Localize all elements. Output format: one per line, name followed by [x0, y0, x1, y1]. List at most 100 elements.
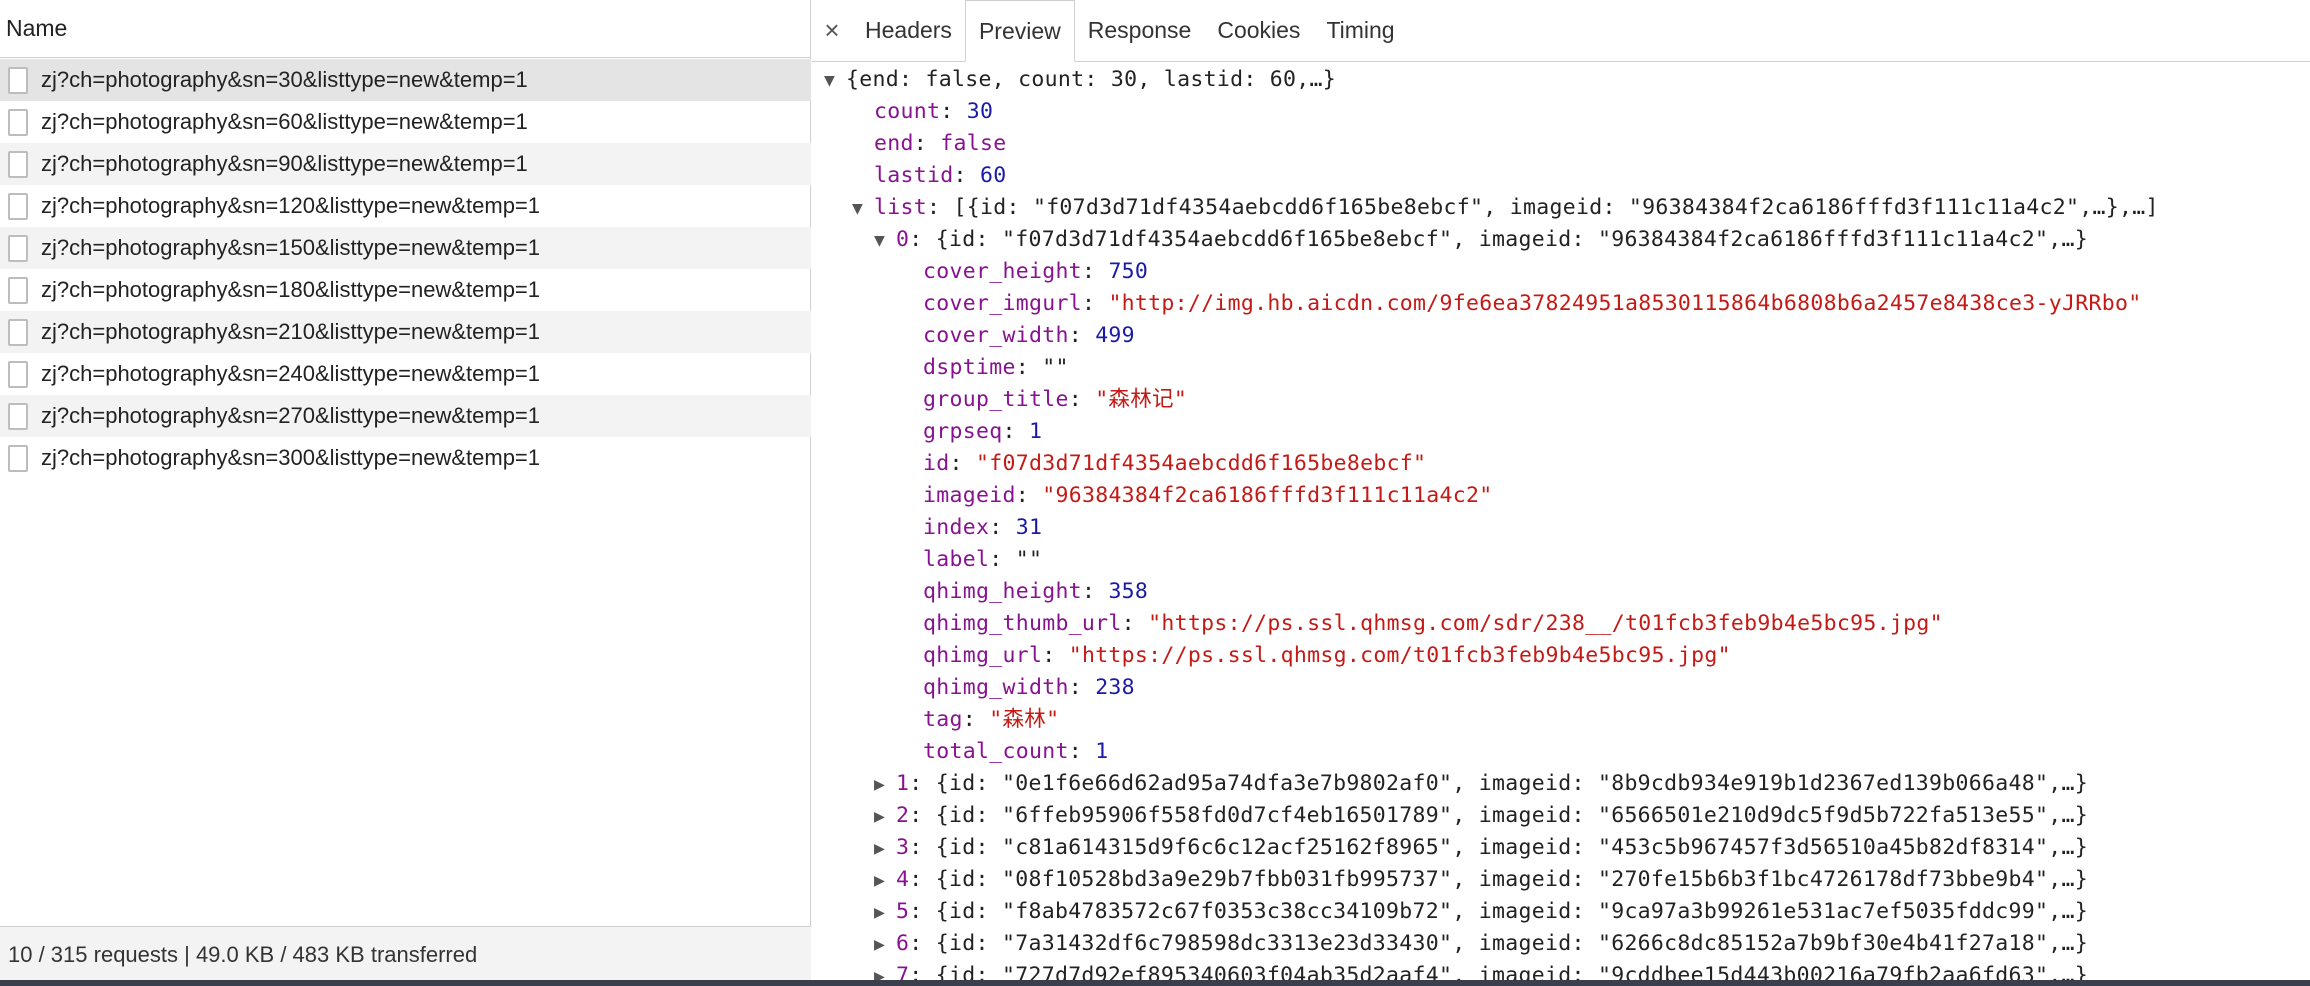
expand-right-icon[interactable]: ▶ — [874, 929, 896, 961]
expand-down-icon[interactable]: ▼ — [824, 65, 846, 97]
request-name: zj?ch=photography&sn=300&listtype=new&te… — [41, 445, 541, 470]
json-value: 358 — [1108, 579, 1149, 604]
json-item-collapsed[interactable]: ▶ 7: {id: "727d7d92ef895340603f04ab35d2aa… — [874, 960, 2088, 980]
json-colon: : — [909, 835, 936, 860]
json-item-0[interactable]: ▼ 0: {id: "f07d3d71df4354aebcdd6f165be8eb… — [874, 224, 2088, 256]
json-colon: : — [1015, 483, 1043, 508]
json-root[interactable]: ▼ {end: false, count: 30, lastid: 60,…} — [824, 64, 1336, 96]
json-colon: : — [1068, 675, 1096, 700]
request-row[interactable]: zj?ch=photography&sn=90&listtype=new&tem… — [0, 143, 811, 185]
json-field: qhimg_height: 358 — [923, 576, 1148, 608]
json-value: "f07d3d71df4354aebcdd6f165be8ebcf" — [976, 451, 1427, 476]
document-icon — [8, 318, 28, 346]
name-column-header[interactable]: Name — [0, 0, 810, 58]
tab-cookies[interactable]: Cookies — [1204, 0, 1313, 61]
json-key: 2 — [896, 803, 910, 828]
request-row[interactable]: zj?ch=photography&sn=300&listtype=new&te… — [0, 437, 811, 479]
expand-right-icon[interactable]: ▶ — [874, 961, 896, 980]
json-colon: : — [1068, 387, 1096, 412]
json-field: end: false — [874, 128, 1006, 160]
root-summary: {end: false, count: 30, lastid: 60,…} — [846, 67, 1337, 92]
json-colon: : — [909, 771, 936, 796]
json-colon: : — [909, 803, 936, 828]
requests-panel: Name zj?ch=photography&sn=30&listtype=ne… — [0, 0, 811, 986]
json-value: "https://ps.ssl.qhmsg.com/t01fcb3feb9b4e… — [1068, 643, 1731, 668]
json-preview: ▼ {end: false, count: 30, lastid: 60,…} co… — [812, 62, 2310, 980]
json-colon: : — [962, 707, 990, 732]
json-item-collapsed[interactable]: ▶ 6: {id: "7a31432df6c798598dc3313e23d334… — [874, 928, 2088, 960]
json-field: tag: "森林" — [923, 704, 1059, 736]
request-row[interactable]: zj?ch=photography&sn=270&listtype=new&te… — [0, 395, 811, 437]
expand-right-icon[interactable]: ▶ — [874, 769, 896, 801]
request-row[interactable]: zj?ch=photography&sn=240&listtype=new&te… — [0, 353, 811, 395]
json-key: id — [923, 451, 950, 476]
json-value: "96384384f2ca6186fffd3f111c11a4c2" — [1042, 483, 1493, 508]
json-key: 7 — [896, 963, 910, 980]
json-colon: : — [926, 195, 954, 220]
json-colon: : — [909, 931, 936, 956]
json-key: 4 — [896, 867, 910, 892]
json-value: 30 — [966, 99, 994, 124]
json-item-collapsed[interactable]: ▶ 2: {id: "6ffeb95906f558fd0d7cf4eb165017… — [874, 800, 2088, 832]
request-row[interactable]: zj?ch=photography&sn=60&listtype=new&tem… — [0, 101, 811, 143]
document-icon — [8, 360, 28, 388]
json-colon: : — [913, 131, 941, 156]
request-row[interactable]: zj?ch=photography&sn=150&listtype=new&te… — [0, 227, 811, 269]
expand-right-icon[interactable]: ▶ — [874, 865, 896, 897]
document-icon — [8, 276, 28, 304]
json-colon: : — [1015, 355, 1043, 380]
tab-headers[interactable]: Headers — [852, 0, 965, 61]
json-item-collapsed[interactable]: ▶ 4: {id: "08f10528bd3a9e29b7fbb031fb9957… — [874, 864, 2088, 896]
json-colon: : — [1081, 291, 1109, 316]
json-key: 3 — [896, 835, 910, 860]
request-row[interactable]: zj?ch=photography&sn=30&listtype=new&tem… — [0, 59, 811, 101]
json-key: qhimg_thumb_url — [923, 611, 1122, 636]
document-icon — [8, 402, 28, 430]
request-row[interactable]: zj?ch=photography&sn=120&listtype=new&te… — [0, 185, 811, 227]
expand-down-icon[interactable]: ▼ — [874, 225, 896, 257]
json-colon: : — [949, 451, 976, 476]
document-icon — [8, 444, 28, 472]
tab-timing[interactable]: Timing — [1313, 0, 1407, 61]
json-value: 1 — [1028, 419, 1043, 444]
expand-down-icon[interactable]: ▼ — [852, 193, 874, 225]
json-item-collapsed[interactable]: ▶ 3: {id: "c81a614315d9f6c6c12acf25162f89… — [874, 832, 2088, 864]
json-colon: : — [1121, 611, 1149, 636]
json-colon: : — [1068, 323, 1096, 348]
json-colon: : — [909, 963, 936, 980]
json-item-collapsed[interactable]: ▶ 5: {id: "f8ab4783572c67f0353c38cc34109b… — [874, 896, 2088, 928]
json-key: cover_height — [923, 259, 1082, 284]
json-field: id: "f07d3d71df4354aebcdd6f165be8ebcf" — [923, 448, 1426, 480]
tab-response[interactable]: Response — [1075, 0, 1205, 61]
json-field: lastid: 60 — [874, 160, 1006, 192]
request-name: zj?ch=photography&sn=210&listtype=new&te… — [41, 319, 541, 344]
json-field: grpseq: 1 — [923, 416, 1042, 448]
json-key: grpseq — [923, 419, 1003, 444]
json-list[interactable]: ▼ list: [{id: "f07d3d71df4354aebcdd6f165b… — [852, 192, 2159, 224]
json-key: 0 — [896, 227, 910, 252]
list-summary: [{id: "f07d3d71df4354aebcdd6f165be8ebcf"… — [953, 195, 2159, 220]
request-row[interactable]: zj?ch=photography&sn=180&listtype=new&te… — [0, 269, 811, 311]
item-summary: {id: "c81a614315d9f6c6c12acf25162f8965",… — [935, 835, 2088, 860]
json-value: "" — [1042, 355, 1069, 380]
close-icon[interactable]: × — [812, 0, 852, 61]
json-colon: : — [1002, 419, 1029, 444]
json-key: dsptime — [923, 355, 1016, 380]
json-field: qhimg_width: 238 — [923, 672, 1135, 704]
json-item-collapsed[interactable]: ▶ 1: {id: "0e1f6e66d62ad95a74dfa3e7b9802a… — [874, 768, 2088, 800]
json-colon: : — [909, 867, 936, 892]
expand-right-icon[interactable]: ▶ — [874, 833, 896, 865]
json-colon: : — [1081, 259, 1109, 284]
json-field: qhimg_thumb_url: "https://ps.ssl.qhmsg.c… — [923, 608, 1943, 640]
json-key: qhimg_width — [923, 675, 1069, 700]
json-key: 1 — [896, 771, 910, 796]
json-key: list — [874, 195, 927, 220]
expand-right-icon[interactable]: ▶ — [874, 897, 896, 929]
json-value: 1 — [1095, 739, 1109, 764]
json-value: "" — [1015, 547, 1043, 572]
json-field: cover_height: 750 — [923, 256, 1148, 288]
json-colon: : — [953, 163, 980, 188]
request-row[interactable]: zj?ch=photography&sn=210&listtype=new&te… — [0, 311, 811, 353]
tab-preview[interactable]: Preview — [964, 0, 1075, 62]
expand-right-icon[interactable]: ▶ — [874, 801, 896, 833]
